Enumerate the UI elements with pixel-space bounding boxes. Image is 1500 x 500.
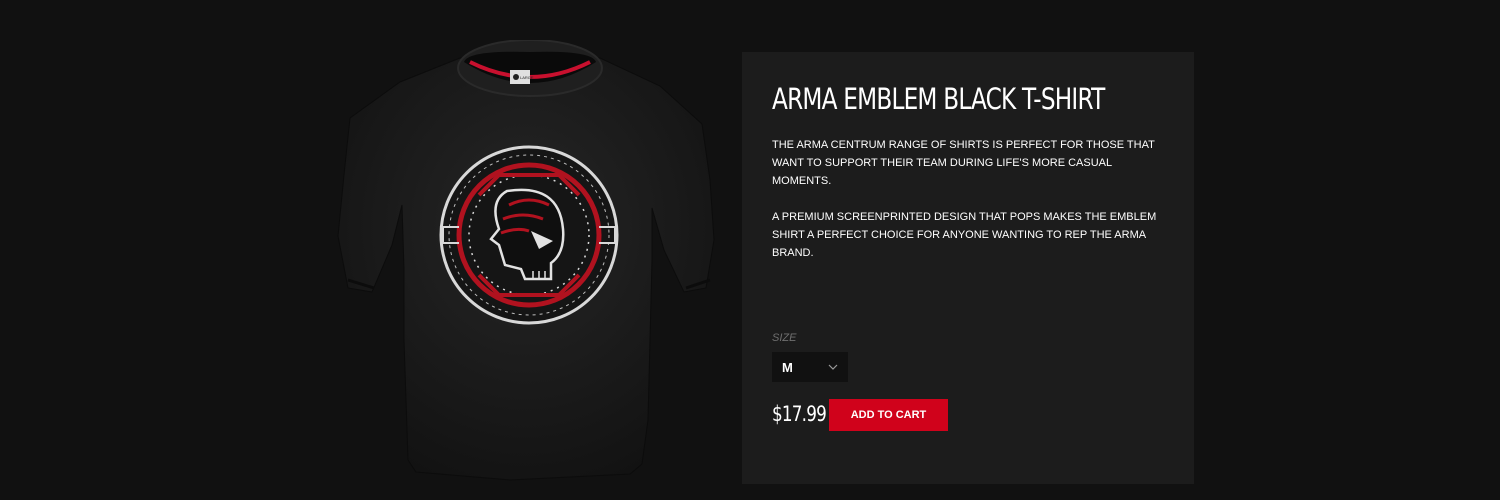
add-to-cart-button[interactable]: ADD TO CART: [829, 399, 948, 431]
chevron-down-icon: [828, 364, 838, 370]
size-label: SIZE: [772, 332, 797, 344]
tshirt-image: LARGE: [337, 40, 715, 481]
product-price: $17.99: [772, 402, 827, 426]
size-selected-value: M: [782, 359, 793, 375]
product-page: LARGE ARMA EMBLEM BLACK T-SHIRT THE ARMA…: [0, 0, 1500, 500]
size-dropdown[interactable]: M: [772, 352, 848, 382]
product-detail-panel: ARMA EMBLEM BLACK T-SHIRT THE ARMA CENTR…: [742, 52, 1194, 484]
svg-text:LARGE: LARGE: [520, 75, 534, 80]
product-description: THE ARMA CENTRUM RANGE OF SHIRTS IS PERF…: [772, 136, 1164, 280]
description-paragraph: A PREMIUM SCREENPRINTED DESIGN THAT POPS…: [772, 211, 1157, 259]
product-image: LARGE: [330, 40, 730, 490]
description-paragraph: THE ARMA CENTRUM RANGE OF SHIRTS IS PERF…: [772, 139, 1155, 187]
emblem-graphic: [439, 145, 619, 325]
product-title: ARMA EMBLEM BLACK T-SHIRT: [772, 82, 1105, 116]
